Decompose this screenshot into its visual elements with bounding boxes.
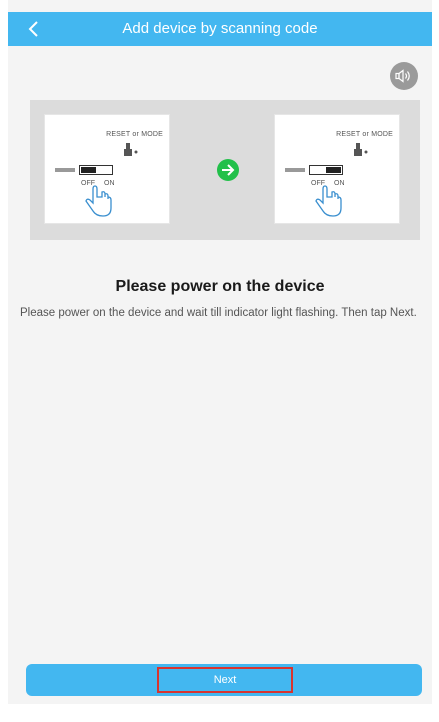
hand-pointer-icon xyxy=(85,185,112,217)
next-step-arrow xyxy=(217,159,239,181)
hand-pointer-icon xyxy=(315,185,342,217)
power-switch xyxy=(79,165,113,175)
instruction-text: Please power on the device and wait till… xyxy=(20,307,417,319)
app-screen: Add device by scanning code RESET or MOD… xyxy=(8,0,432,704)
arrow-right-icon xyxy=(222,164,235,176)
next-button-bar[interactable]: Next xyxy=(26,664,422,696)
reset-mode-label: RESET or MODE xyxy=(336,131,393,138)
power-lines-icon xyxy=(285,168,305,172)
device-card-after: RESET or MODE OFF ON xyxy=(274,114,400,224)
back-button[interactable] xyxy=(18,15,48,43)
switch-knob xyxy=(81,167,96,173)
speaker-button[interactable] xyxy=(390,62,418,90)
chevron-left-icon xyxy=(28,21,38,37)
power-on-illustration: RESET or MODE OFF ON RESET or MODE OFF O… xyxy=(30,100,420,240)
reset-mode-label: RESET or MODE xyxy=(106,131,163,138)
power-lines-icon xyxy=(55,168,75,172)
page-title: Add device by scanning code xyxy=(122,20,318,37)
mode-button-icon xyxy=(354,143,368,156)
switch-knob xyxy=(326,167,341,173)
app-header: Add device by scanning code xyxy=(8,12,432,46)
power-switch xyxy=(309,165,343,175)
speaker-icon xyxy=(395,69,410,83)
device-card-before: RESET or MODE OFF ON xyxy=(44,114,170,224)
next-button[interactable]: Next xyxy=(157,667,293,693)
instruction-heading: Please power on the device xyxy=(115,278,325,295)
mode-button-icon xyxy=(124,143,138,156)
